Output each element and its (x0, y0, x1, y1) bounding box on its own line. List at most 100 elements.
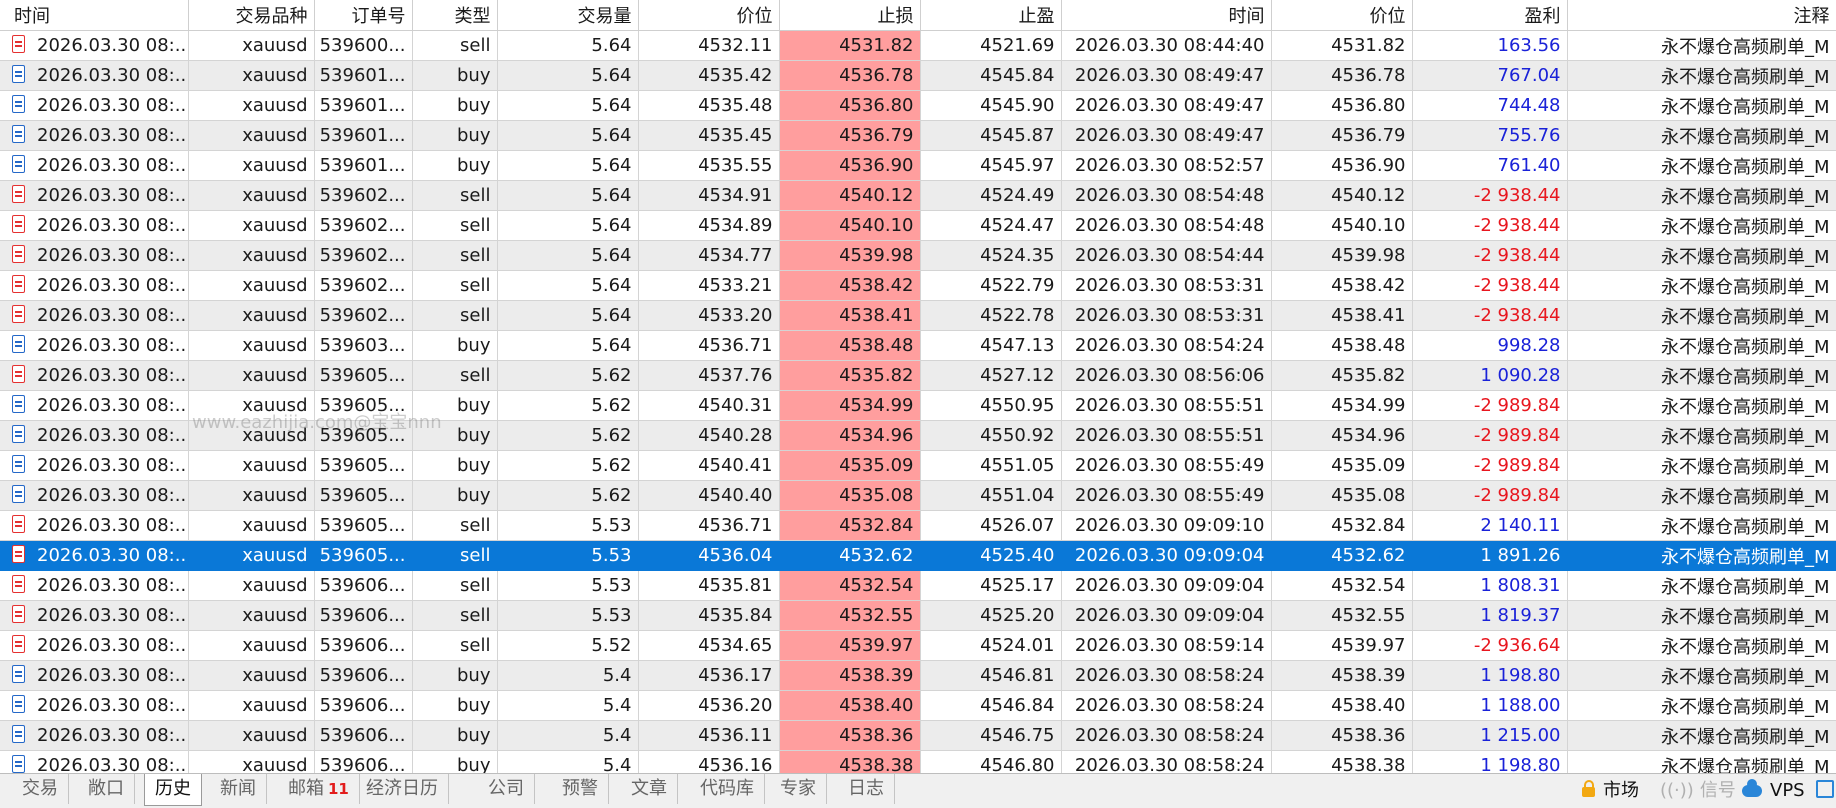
profit-value: 1 819.37 (1480, 605, 1561, 626)
header-col-type[interactable]: 类型 (412, 0, 498, 31)
col-profit: -2 989.84 (1412, 390, 1568, 421)
table-row[interactable]: 2026.03.30 08:... xauusd 539602... sell 5.64… (0, 240, 1836, 271)
sell-order-doc-icon (12, 545, 25, 563)
col-type: buy (412, 450, 498, 481)
table-row[interactable]: 2026.03.30 08:... xauusd 539606... buy 5.4 45… (0, 720, 1836, 751)
table-row[interactable]: 2026.03.30 08:... xauusd 539606... buy 5.4 45… (0, 660, 1836, 691)
col-symbol: xauusd (188, 630, 315, 661)
tab-10[interactable]: 专家 (770, 774, 827, 804)
tab-9[interactable]: 代码库 (690, 774, 765, 804)
header-col-price[interactable]: 价位 (638, 0, 780, 31)
header-col-profit[interactable]: 盈利 (1412, 0, 1568, 31)
col-stop-loss: 4538.38 (779, 750, 921, 773)
col-volume: 5.64 (497, 240, 639, 271)
profit-value: -2 938.44 (1473, 185, 1561, 206)
col-comment: 永不爆仓高频刷单_M (1567, 120, 1836, 151)
tab-4[interactable]: 邮箱 11 (278, 774, 360, 804)
table-row[interactable]: 2026.03.30 08:... xauusd 539603... buy 5.64 4… (0, 330, 1836, 361)
col-order: 539602... (314, 180, 413, 211)
table-row[interactable]: 2026.03.30 08:... xauusd 539601... buy 5.64 4… (0, 150, 1836, 181)
table-row[interactable]: 2026.03.30 08:... xauusd 539606... sell 5.53… (0, 570, 1836, 601)
col-close-time: 2026.03.30 08:55:51 (1061, 420, 1272, 451)
tab-8[interactable]: 文章 (621, 774, 678, 804)
tab-7[interactable]: 预警 (552, 774, 609, 804)
col-stop-loss: 4538.41 (779, 300, 921, 331)
profit-value: 998.28 (1497, 335, 1561, 356)
tab-2[interactable]: 历史 (144, 774, 202, 806)
table-row[interactable]: 2026.03.30 08:... xauusd 539600... sell 5.64… (0, 30, 1836, 61)
col-volume: 5.64 (497, 180, 639, 211)
tab-11[interactable]: 日志 (838, 774, 895, 804)
col-comment: 永不爆仓高频刷单_M (1567, 300, 1836, 331)
col-take-profit: 4551.04 (920, 480, 1062, 511)
col-profit: -2 989.84 (1412, 420, 1568, 451)
col-close-time: 2026.03.30 08:44:40 (1061, 30, 1272, 61)
tab-1[interactable]: 敞口 (78, 774, 135, 804)
header-col-symbol[interactable]: 交易品种 (188, 0, 315, 31)
table-row[interactable]: 2026.03.30 08:... xauusd 539601... buy 5.64 4… (0, 120, 1836, 151)
table-row[interactable]: 2026.03.30 08:... xauusd 539606... buy 5.4 45… (0, 750, 1836, 773)
header-col-stop-loss[interactable]: 止损 (779, 0, 921, 31)
table-row[interactable]: 2026.03.30 08:... xauusd 539602... sell 5.64… (0, 300, 1836, 331)
col-open-time: 2026.03.30 08:... (0, 420, 189, 451)
table-row[interactable]: 2026.03.30 08:... xauusd 539605... buy 5.62 4… (0, 390, 1836, 421)
table-row[interactable]: 2026.03.30 08:... xauusd 539606... sell 5.52… (0, 630, 1836, 661)
col-take-profit: 4524.01 (920, 630, 1062, 661)
col-open-time: 2026.03.30 08:... (0, 180, 189, 211)
vps-status[interactable]: VPS (1742, 774, 1805, 808)
table-row[interactable]: 2026.03.30 08:... xauusd 539605... buy 5.62 4… (0, 450, 1836, 481)
tab-label: 代码库 (700, 778, 754, 799)
col-close-price: 4538.36 (1271, 720, 1413, 751)
table-row[interactable]: 2026.03.30 08:... xauusd 539606... sell 5.53… (0, 600, 1836, 631)
col-price: 4536.16 (638, 750, 780, 773)
col-stop-loss: 4540.10 (779, 210, 921, 241)
header-col-close-time[interactable]: 时间 (1061, 0, 1272, 31)
table-row[interactable]: 2026.03.30 08:... xauusd 539602... sell 5.64… (0, 210, 1836, 241)
table-row[interactable]: 2026.03.30 08:... xauusd 539605... buy 5.62 4… (0, 480, 1836, 511)
col-close-time: 2026.03.30 08:49:47 (1061, 120, 1272, 151)
col-type: sell (412, 240, 498, 271)
col-order: 539602... (314, 240, 413, 271)
header-col-comment[interactable]: 注释 (1567, 0, 1836, 31)
header-col-take-profit[interactable]: 止盈 (920, 0, 1062, 31)
table-row[interactable]: 2026.03.30 08:... xauusd 539605... sell 5.53… (0, 510, 1836, 541)
col-symbol: xauusd (188, 60, 315, 91)
col-close-price: 4531.82 (1271, 30, 1413, 61)
table-row[interactable]: 2026.03.30 08:... xauusd 539602... sell 5.64… (0, 180, 1836, 211)
table-row[interactable]: 2026.03.30 08:... xauusd 539606... buy 5.4 45… (0, 690, 1836, 721)
tab-0[interactable]: 交易 (12, 774, 69, 804)
col-type: sell (412, 630, 498, 661)
col-order: 539606... (314, 660, 413, 691)
history-table-panel[interactable]: 时间 交易品种 订单号 类型 交易量 价位 止损 止盈 时间 价位 盈利 注释 2026.03.30 … (0, 0, 1836, 773)
market-status[interactable]: 市场 (1582, 774, 1639, 808)
table-row[interactable]: 2026.03.30 08:... xauusd 539602... sell 5.64… (0, 270, 1836, 301)
profit-value: 761.40 (1497, 155, 1561, 176)
tab-5[interactable]: 经济日历 (356, 774, 449, 804)
table-row[interactable]: 2026.03.30 08:... xauusd 539601... buy 5.64 4… (0, 90, 1836, 121)
open-time-text: 2026.03.30 08:... (37, 485, 188, 506)
col-close-time: 2026.03.30 08:58:24 (1061, 660, 1272, 691)
table-row[interactable]: 2026.03.30 08:... xauusd 539605... buy 5.62 4… (0, 420, 1836, 451)
header-col-close-price[interactable]: 价位 (1271, 0, 1413, 31)
table-row[interactable]: 2026.03.30 08:... xauusd 539605... sell 5.53… (0, 540, 1836, 571)
col-volume: 5.62 (497, 390, 639, 421)
col-take-profit: 4545.97 (920, 150, 1062, 181)
header-col-order[interactable]: 订单号 (314, 0, 413, 31)
signals-status[interactable]: ((·)) 信号 (1660, 774, 1736, 808)
header-col-open-time[interactable]: 时间 (0, 0, 189, 31)
tab-3[interactable]: 新闻 (210, 774, 267, 804)
table-row[interactable]: 2026.03.30 08:... xauusd 539605... sell 5.62… (0, 360, 1836, 391)
col-close-price: 4538.40 (1271, 690, 1413, 721)
col-type: sell (412, 270, 498, 301)
col-profit: -2 938.44 (1412, 180, 1568, 211)
vps-label: VPS (1770, 780, 1805, 801)
col-close-price: 4536.90 (1271, 150, 1413, 181)
col-close-time: 2026.03.30 08:53:31 (1061, 300, 1272, 331)
header-col-volume[interactable]: 交易量 (497, 0, 639, 31)
col-profit: 755.76 (1412, 120, 1568, 151)
chip-status[interactable] (1816, 774, 1834, 808)
col-price: 4533.20 (638, 300, 780, 331)
tab-6[interactable]: 公司 (478, 774, 535, 804)
buy-order-doc-icon (12, 695, 25, 713)
table-row[interactable]: 2026.03.30 08:... xauusd 539601... buy 5.64 4… (0, 60, 1836, 91)
